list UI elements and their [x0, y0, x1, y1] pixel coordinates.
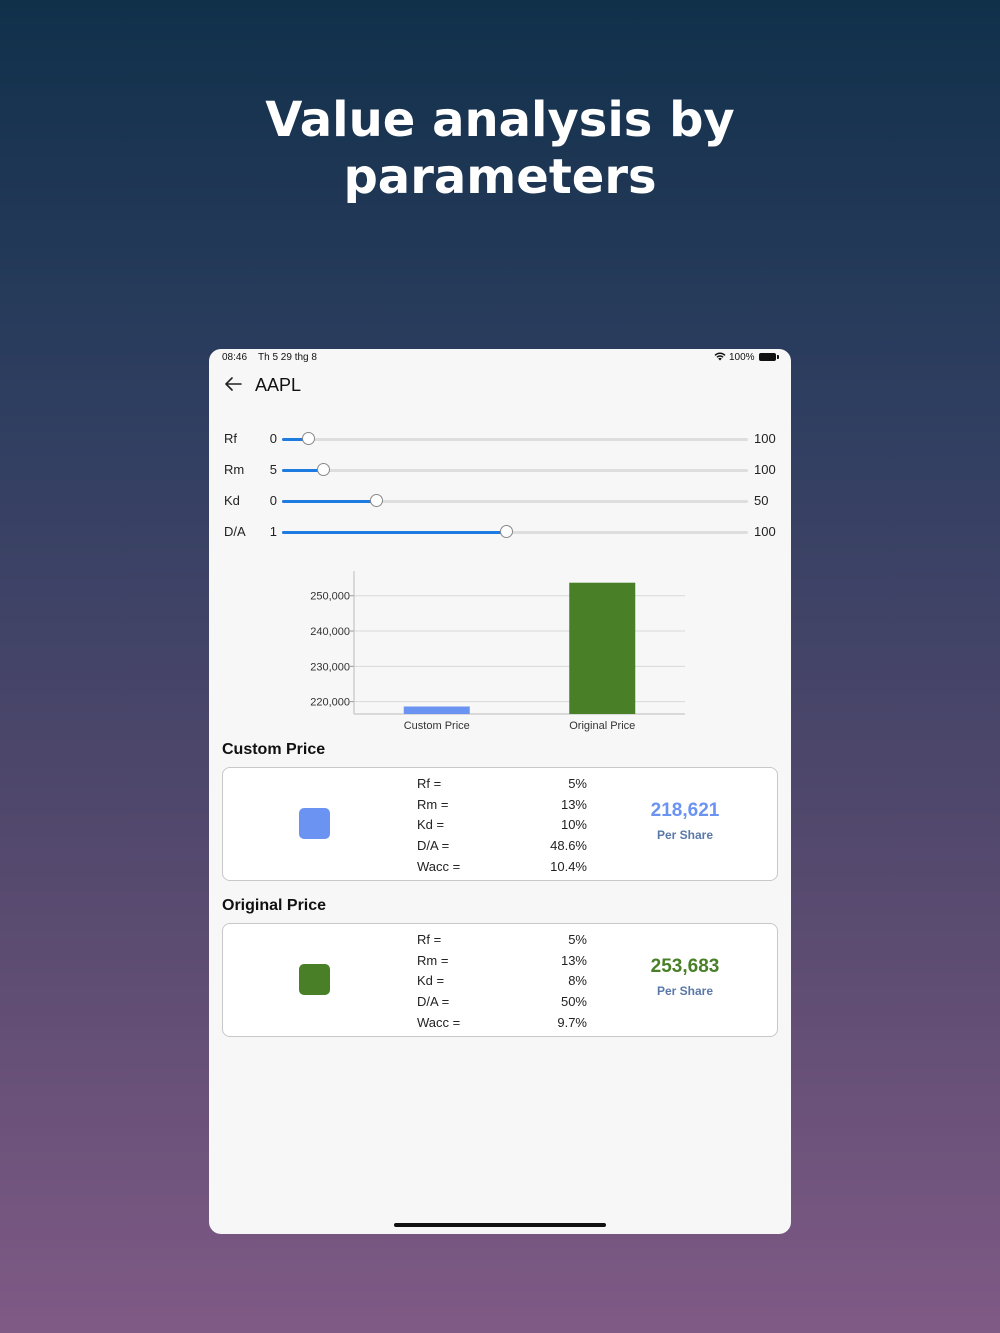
slider-max-value: 100	[754, 524, 776, 539]
param-value: 10.4%	[550, 858, 587, 874]
bar-original	[569, 582, 636, 714]
page-title: AAPL	[255, 375, 302, 395]
headline: Value analysis by parameters	[0, 92, 1000, 206]
per-share-label: Per Share	[656, 828, 714, 842]
slider-thumb[interactable]	[499, 525, 513, 538]
slider-label: D/A	[224, 524, 246, 539]
param-value: 50%	[560, 994, 587, 1010]
headline-line-2: parameters	[343, 149, 657, 205]
param-row: Rm = 13%	[417, 953, 587, 974]
param-key: D/A =	[417, 838, 450, 854]
battery-percent: 100%	[729, 352, 755, 363]
slider-kd[interactable]	[282, 494, 748, 507]
param-row: Rf = 5%	[417, 932, 587, 953]
bar-custom	[403, 706, 470, 714]
original-color-swatch	[299, 964, 330, 995]
param-key: Kd =	[417, 973, 445, 989]
param-key: Wacc =	[417, 1014, 461, 1030]
nav-bar: AAPL	[209, 371, 791, 401]
custom-params: Rf = 5% Rm = 13% Kd = 10% D/A = 48.6% Wacc =…	[417, 776, 587, 879]
param-row: Wacc = 9.7%	[417, 1015, 587, 1036]
param-key: D/A =	[417, 994, 450, 1010]
slider-fill	[282, 500, 378, 503]
slider-label: Rf	[224, 431, 237, 446]
wifi-icon	[714, 352, 726, 363]
param-value: 5%	[568, 776, 587, 791]
slider-rf[interactable]	[282, 432, 748, 445]
original-price-value: 253,683	[650, 956, 720, 977]
param-row: Wacc = 10.4%	[417, 859, 587, 880]
original-price-card: Rf = 5% Rm = 13% Kd = 8% D/A = 50% Wacc = 9.7…	[222, 923, 778, 1037]
headline-line-1: Value analysis by	[265, 92, 735, 148]
custom-price-value: 218,621	[650, 800, 720, 821]
slider-label: Rm	[224, 462, 245, 477]
param-row: D/A = 48.6%	[417, 838, 587, 859]
param-key: Rm =	[417, 796, 449, 812]
y-tick-label: 250,000	[310, 591, 350, 603]
slider-rm[interactable]	[282, 463, 748, 476]
x-tick-label: Original Price	[569, 720, 635, 732]
param-value: 8%	[568, 973, 587, 989]
param-key: Rf =	[417, 932, 442, 947]
slider-row-rm: Rm 5 100	[209, 460, 791, 480]
status-bar: 08:46 Th 5 29 thg 8 100%	[209, 349, 791, 367]
param-value: 13%	[560, 952, 587, 968]
param-row: Kd = 10%	[417, 817, 587, 838]
param-value: 10%	[560, 817, 587, 833]
y-tick-label: 240,000	[310, 626, 350, 638]
slider-max-value: 100	[754, 431, 776, 446]
slider-max-value: 100	[754, 462, 776, 477]
x-tick-label: Custom Price	[404, 720, 470, 732]
per-share-label: Per Share	[656, 984, 714, 998]
slider-min-value: 1	[269, 524, 277, 539]
slider-thumb[interactable]	[370, 494, 384, 507]
original-params: Rf = 5% Rm = 13% Kd = 8% D/A = 50% Wacc = 9.7…	[417, 932, 587, 1035]
custom-price-title: Custom Price	[222, 741, 326, 758]
slider-min-value: 0	[269, 493, 277, 508]
tablet-screen: 08:46 Th 5 29 thg 8 100% AAPL Rf 0 100 R…	[209, 349, 791, 1234]
param-key: Kd =	[417, 817, 445, 833]
original-price-title: Original Price	[222, 897, 327, 914]
slider-max-value: 50	[754, 493, 769, 508]
param-row: D/A = 50%	[417, 994, 587, 1015]
price-bar-chart: 220,000 230,000 240,000 250,000 Custom Price…	[299, 571, 699, 736]
param-row: Kd = 8%	[417, 973, 587, 994]
param-value: 9.7%	[557, 1014, 587, 1030]
custom-price-card: Rf = 5% Rm = 13% Kd = 10% D/A = 48.6% Wacc =…	[222, 767, 778, 881]
param-key: Rf =	[417, 776, 442, 791]
param-value: 48.6%	[550, 838, 587, 854]
slider-row-rf: Rf 0 100	[209, 429, 791, 449]
slider-da[interactable]	[282, 525, 748, 538]
slider-row-da: D/A 1 100	[209, 522, 791, 542]
param-key: Rm =	[417, 952, 449, 968]
custom-color-swatch	[299, 808, 330, 839]
slider-label: Kd	[224, 493, 240, 508]
param-key: Wacc =	[417, 858, 461, 874]
back-arrow-icon[interactable]	[223, 374, 245, 396]
status-time: 08:46	[222, 352, 248, 363]
battery-icon	[759, 353, 779, 361]
chart-svg: 220,000 230,000 240,000 250,000 Custom Price…	[310, 571, 685, 732]
home-indicator[interactable]	[394, 1223, 606, 1227]
slider-thumb[interactable]	[316, 463, 330, 476]
slider-fill	[282, 531, 507, 534]
slider-thumb[interactable]	[302, 432, 316, 445]
param-row: Rf = 5%	[417, 776, 587, 797]
status-date: Th 5 29 thg 8	[258, 352, 317, 363]
slider-min-value: 0	[269, 431, 277, 446]
param-value: 5%	[568, 932, 587, 947]
slider-row-kd: Kd 0 50	[209, 491, 791, 511]
slider-min-value: 5	[269, 462, 277, 477]
param-row: Rm = 13%	[417, 797, 587, 818]
y-tick-label: 230,000	[310, 661, 350, 673]
param-value: 13%	[560, 796, 587, 812]
y-tick-label: 220,000	[310, 697, 350, 709]
